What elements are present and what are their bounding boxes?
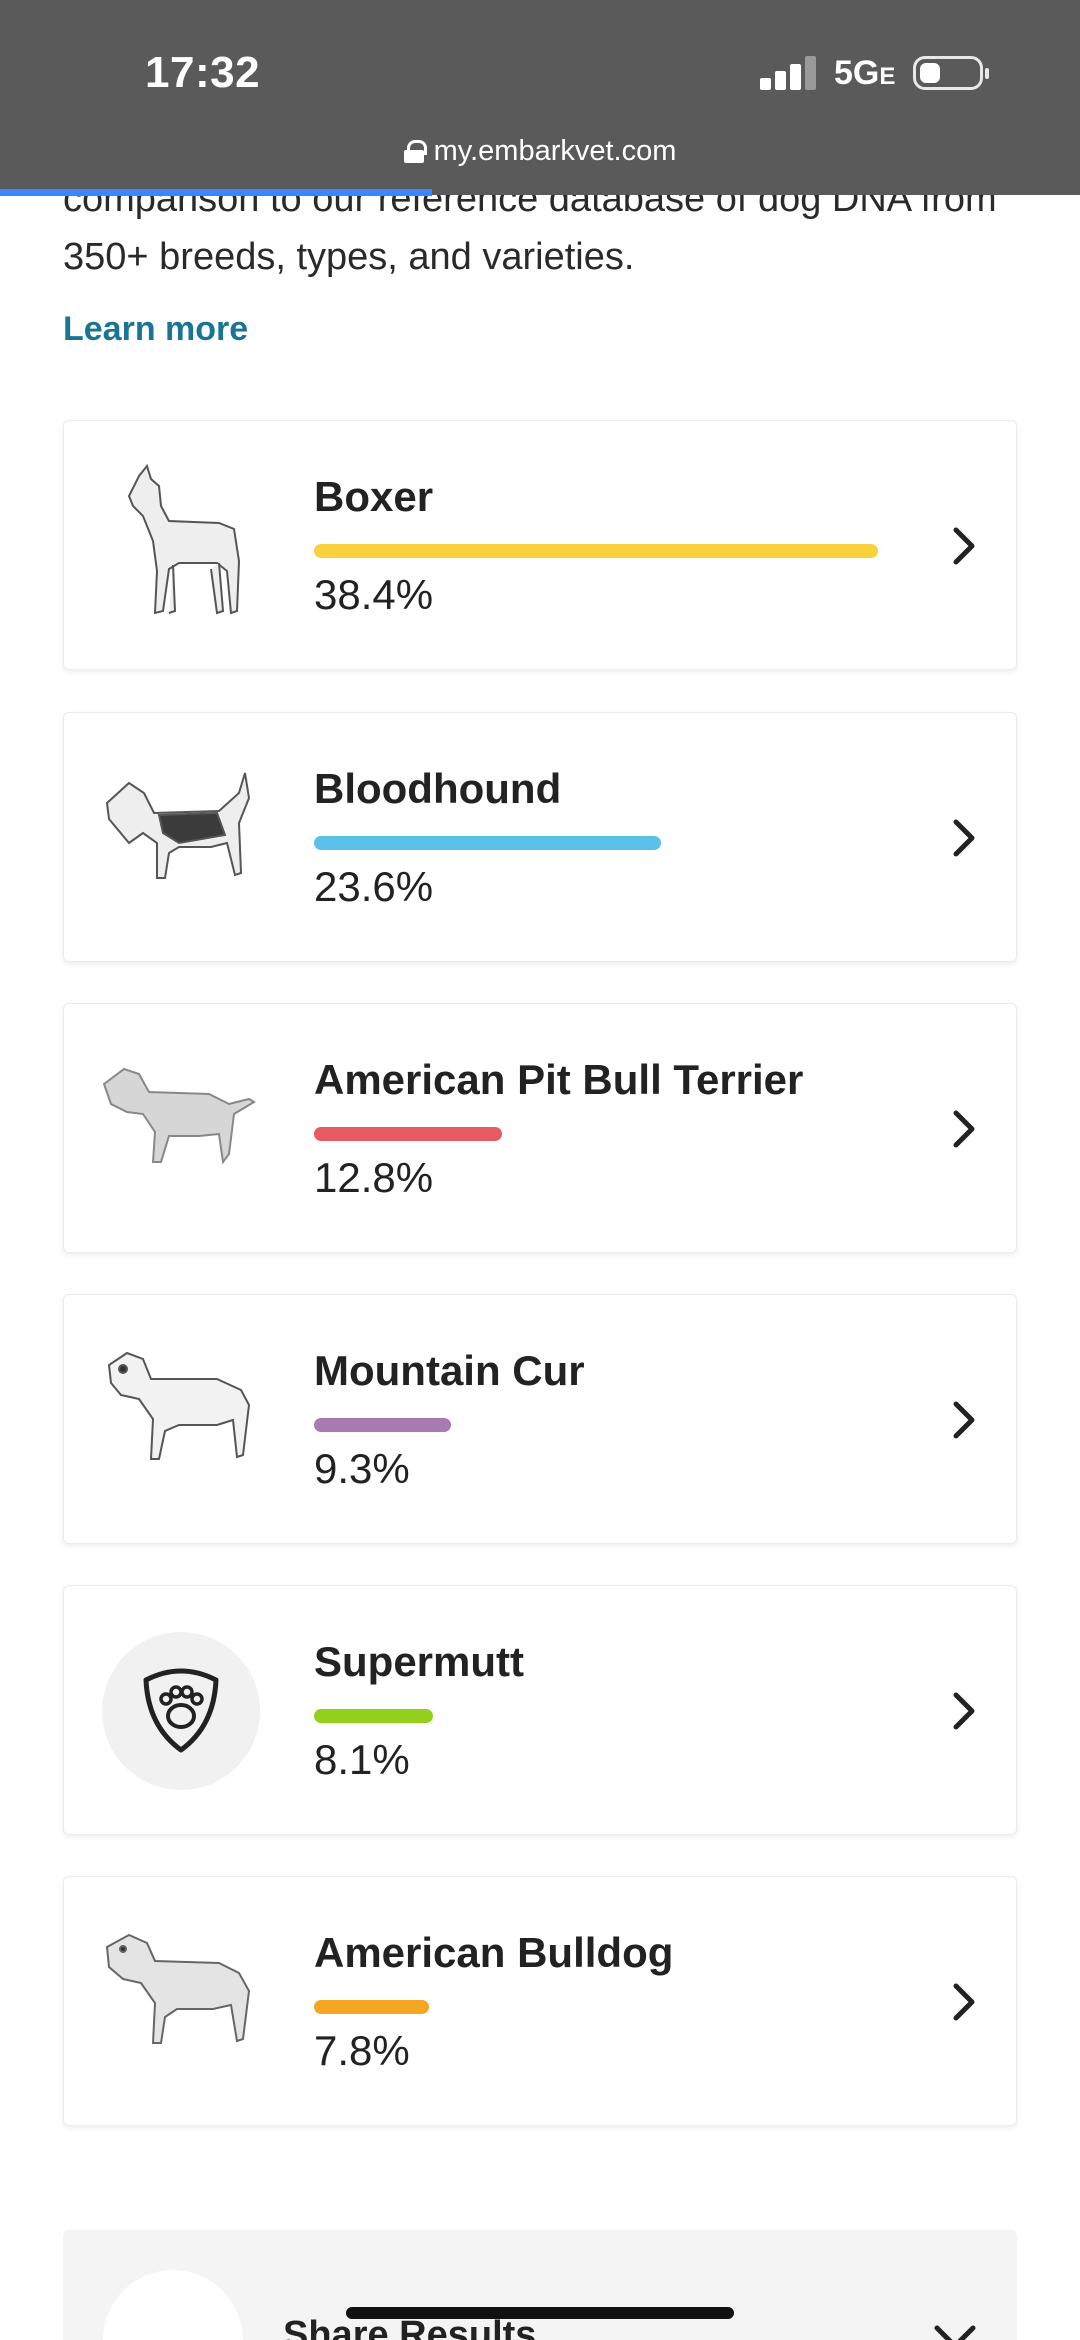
pit-bull-dog-illustration — [102, 1067, 256, 1165]
breed-name: Boxer — [314, 473, 434, 520]
page-load-progress-fill — [0, 189, 432, 196]
breed-card-boxer[interactable]: Boxer 38.4% — [63, 420, 1017, 670]
breed-percent-track — [314, 2000, 878, 2014]
url-bar[interactable]: my.embarkvet.com — [0, 135, 1080, 168]
home-indicator[interactable] — [346, 2307, 734, 2319]
breed-card-supermutt[interactable]: Supermutt 8.1% — [63, 1585, 1017, 1835]
mountain-cur-dog-illustration — [107, 1351, 251, 1460]
paw-shield-icon — [143, 1668, 219, 1753]
breed-percent: 7.8% — [314, 2027, 410, 2074]
breed-name: American Pit Bull Terrier — [314, 1056, 804, 1103]
breed-card-mountain-cur[interactable]: Mountain Cur 9.3% — [63, 1294, 1017, 1544]
breed-percent-track — [314, 836, 878, 850]
share-results-card[interactable]: Share Results — [63, 2230, 1017, 2340]
chevron-right-icon — [953, 819, 975, 857]
breed-percent-bar — [314, 544, 878, 558]
breed-percent: 23.6% — [314, 863, 434, 910]
breed-percent-track — [314, 1127, 878, 1141]
breed-name: Bloodhound — [314, 765, 562, 812]
breed-percent-track — [314, 1418, 878, 1432]
learn-more-link[interactable]: Learn more — [63, 310, 248, 349]
breed-percent-bar — [314, 1418, 451, 1432]
chevron-right-icon — [953, 1401, 975, 1439]
breed-name: Supermutt — [314, 1638, 524, 1685]
breed-percent-track — [314, 1709, 878, 1723]
network-label: 5GE — [834, 54, 896, 92]
bloodhound-dog-illustration — [105, 772, 251, 879]
breed-percent: 9.3% — [314, 1445, 410, 1492]
chevron-right-icon — [953, 1692, 975, 1730]
chevron-down-icon[interactable] — [933, 2322, 977, 2340]
page: 17:32 5GE my.embarkvet.com comparison to… — [0, 0, 1080, 2340]
american-bulldog-illustration — [105, 1933, 251, 2044]
breed-percent-bar — [314, 1127, 502, 1141]
chevron-right-icon — [953, 1110, 975, 1148]
breed-card-bloodhound[interactable]: Bloodhound 23.6% — [63, 712, 1017, 962]
breed-percent-bar — [314, 1709, 433, 1723]
signal-icon — [760, 56, 816, 90]
supermutt-badge — [102, 1632, 260, 1790]
breed-percent: 38.4% — [314, 571, 434, 618]
breed-percent: 12.8% — [314, 1154, 434, 1201]
page-load-progress — [0, 189, 1080, 196]
battery-icon — [913, 56, 989, 90]
boxer-dog-illustration — [127, 463, 241, 615]
status-time: 17:32 — [145, 48, 261, 97]
breed-percent-bar — [314, 2000, 429, 2014]
chevron-right-icon — [953, 1983, 975, 2021]
breed-name: Mountain Cur — [314, 1347, 585, 1394]
breed-percent: 8.1% — [314, 1736, 410, 1783]
lock-icon — [403, 140, 427, 163]
breed-card-american-pit-bull-terrier[interactable]: American Pit Bull Terrier 12.8% — [63, 1003, 1017, 1253]
chevron-right-icon — [953, 527, 975, 565]
globe-badge — [103, 2270, 243, 2340]
browser-top-bar: 17:32 5GE my.embarkvet.com — [0, 0, 1080, 195]
breed-percent-track — [314, 544, 878, 558]
breed-percent-bar — [314, 836, 661, 850]
breed-name: American Bulldog — [314, 1929, 674, 1976]
breed-card-american-bulldog[interactable]: American Bulldog 7.8% — [63, 1876, 1017, 2126]
url-text: my.embarkvet.com — [433, 135, 677, 167]
